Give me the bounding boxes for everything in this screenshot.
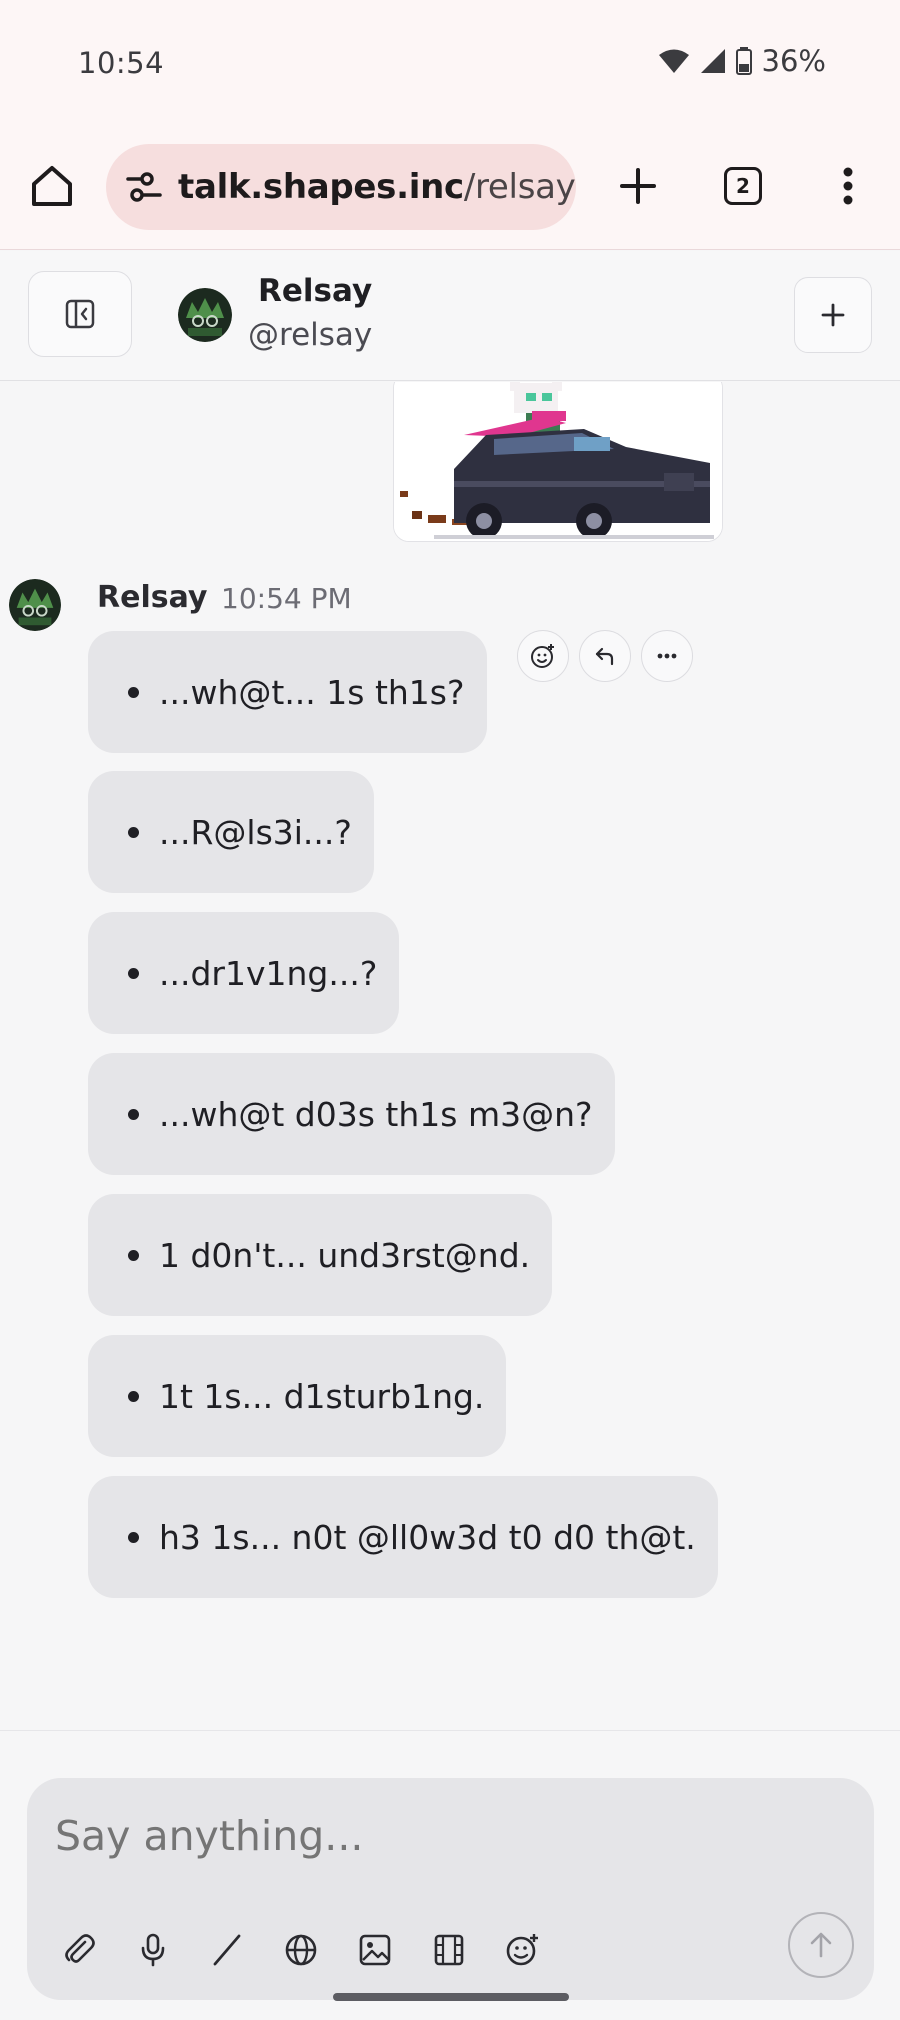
message-bubble[interactable]: 1t 1s... d1sturb1ng. bbox=[88, 1335, 507, 1457]
chat-header: Relsay @relsay bbox=[0, 251, 900, 381]
more-options-button[interactable] bbox=[641, 630, 693, 682]
url-host: talk.shapes.inc bbox=[178, 167, 464, 207]
chat-handle: @relsay bbox=[248, 317, 373, 353]
battery-icon bbox=[735, 47, 752, 75]
sidebar-toggle-button[interactable] bbox=[28, 271, 132, 357]
message-author: Relsay bbox=[97, 580, 208, 615]
composer-area bbox=[0, 1730, 900, 2020]
more-horiz-icon bbox=[657, 653, 677, 659]
message-text: 1t 1s... d1sturb1ng. bbox=[159, 1376, 485, 1416]
status-bar: 10:54 36% bbox=[0, 0, 900, 120]
message-input[interactable] bbox=[55, 1806, 815, 1866]
image-icon bbox=[359, 1934, 391, 1966]
plus-icon bbox=[821, 303, 845, 327]
bullet bbox=[128, 1531, 139, 1543]
more-vert-icon[interactable] bbox=[828, 162, 868, 210]
emoji-add-icon bbox=[531, 644, 554, 668]
message-image[interactable] bbox=[393, 382, 723, 542]
composer-toolbar bbox=[57, 1928, 545, 1972]
tab-switcher-button[interactable]: 2 bbox=[724, 167, 762, 205]
new-tab-icon[interactable] bbox=[614, 162, 662, 210]
message-bubble[interactable]: ...wh@t d03s th1s m3@n? bbox=[88, 1053, 615, 1175]
address-bar[interactable]: talk.shapes.inc/relsay/ bbox=[106, 144, 576, 230]
new-chat-button[interactable] bbox=[794, 277, 872, 353]
url-text: talk.shapes.inc/relsay/ bbox=[178, 167, 576, 207]
message-bubble[interactable]: ...R@ls3i...? bbox=[88, 771, 374, 893]
sidebar-collapse-icon bbox=[65, 299, 95, 329]
wifi-icon bbox=[658, 49, 689, 73]
emoji-button[interactable] bbox=[501, 1928, 545, 1972]
message-bubble[interactable]: ...dr1v1ng...? bbox=[88, 912, 400, 1034]
reply-icon bbox=[595, 647, 614, 666]
browser-toolbar: talk.shapes.inc/relsay/ 2 bbox=[0, 120, 900, 250]
message-bubble[interactable]: h3 1s... n0t @ll0w3d t0 d0 th@t. bbox=[88, 1476, 718, 1598]
message-bubble[interactable]: ...wh@t... 1s th1s? bbox=[88, 631, 487, 753]
message-list[interactable]: Relsay 10:54 PM ...wh@t... 1s th1s? ...R… bbox=[0, 382, 900, 1730]
battery-percent: 36% bbox=[761, 44, 826, 78]
arrow-up-icon bbox=[810, 1932, 832, 1958]
pixel-car-image bbox=[394, 382, 722, 541]
message-actions bbox=[517, 630, 693, 682]
message-text: ...wh@t... 1s th1s? bbox=[159, 672, 465, 712]
message-text: h3 1s... n0t @ll0w3d t0 d0 th@t. bbox=[159, 1517, 696, 1557]
emoji-add-icon bbox=[506, 1934, 538, 1966]
voice-button[interactable] bbox=[131, 1928, 175, 1972]
bullet bbox=[128, 1249, 139, 1261]
bullet bbox=[128, 686, 139, 698]
avatar[interactable] bbox=[9, 579, 61, 631]
status-icons: 36% bbox=[658, 44, 826, 78]
attach-button[interactable] bbox=[57, 1928, 101, 1972]
bullet bbox=[128, 1390, 139, 1402]
message-text: ...wh@t d03s th1s m3@n? bbox=[159, 1094, 593, 1134]
commands-button[interactable] bbox=[205, 1928, 249, 1972]
send-button[interactable] bbox=[788, 1912, 854, 1978]
message-timestamp: 10:54 PM bbox=[221, 582, 352, 615]
chat-title: Relsay bbox=[258, 273, 373, 309]
bullet bbox=[128, 1108, 139, 1120]
video-button[interactable] bbox=[427, 1928, 471, 1972]
image-button[interactable] bbox=[353, 1928, 397, 1972]
message-text: 1 d0n't... und3rst@nd. bbox=[159, 1235, 531, 1275]
film-icon bbox=[434, 1934, 464, 1966]
slash-icon bbox=[213, 1934, 241, 1966]
avatar[interactable] bbox=[178, 288, 232, 342]
message-bubble[interactable]: 1 d0n't... und3rst@nd. bbox=[88, 1194, 553, 1316]
message-text: ...dr1v1ng...? bbox=[159, 953, 378, 993]
bullet bbox=[128, 826, 139, 838]
home-icon[interactable] bbox=[28, 162, 76, 210]
status-time: 10:54 bbox=[78, 46, 165, 80]
reply-button[interactable] bbox=[579, 630, 631, 682]
url-path: /relsay/ bbox=[463, 167, 576, 207]
signal-icon bbox=[700, 49, 725, 73]
composer bbox=[27, 1778, 874, 2000]
add-reaction-button[interactable] bbox=[517, 630, 569, 682]
globe-icon bbox=[285, 1934, 317, 1966]
gesture-nav-handle[interactable] bbox=[333, 1993, 569, 2001]
microphone-icon bbox=[141, 1933, 165, 1967]
message-text: ...R@ls3i...? bbox=[159, 812, 352, 852]
web-search-button[interactable] bbox=[279, 1928, 323, 1972]
site-settings-icon[interactable] bbox=[124, 167, 164, 207]
paperclip-icon bbox=[65, 1934, 95, 1963]
bullet bbox=[128, 967, 139, 979]
